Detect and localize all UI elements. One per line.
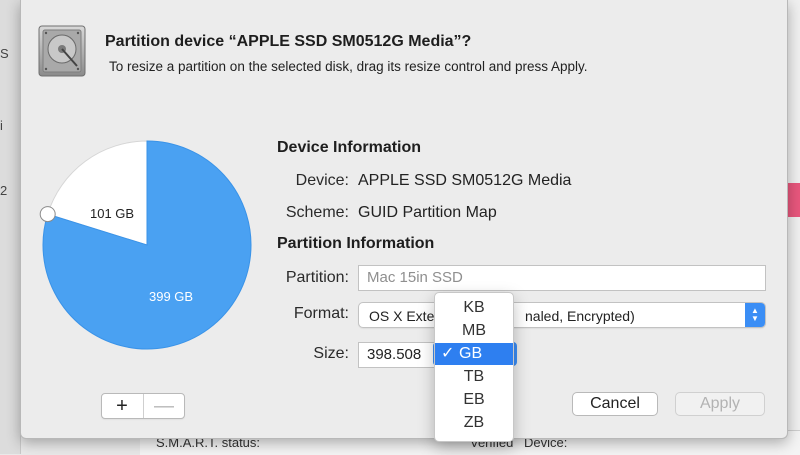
scheme-value: GUID Partition Map — [358, 204, 497, 221]
device-label: Device: — [295, 172, 349, 189]
format-value-visible-right: naled, Encrypted) — [525, 308, 635, 324]
background-window-sidebar — [0, 0, 21, 454]
background-usage-bar — [786, 183, 800, 217]
hard-disk-icon — [38, 25, 86, 77]
scheme-label: Scheme: — [285, 204, 349, 221]
background-fragment: 2 — [0, 183, 8, 198]
menu-item-zb[interactable]: ZB — [435, 412, 513, 434]
partition-add-remove-control: + — — [101, 393, 185, 419]
pie-slice-label-main: 399 GB — [149, 289, 194, 304]
partition-name-input[interactable]: Mac 15in SSD — [358, 265, 766, 291]
partition-resize-handle[interactable] — [39, 206, 56, 223]
cancel-button[interactable]: Cancel — [572, 392, 658, 416]
menu-item-tb[interactable]: TB — [435, 366, 513, 388]
pie-slice-label-free: 101 GB — [90, 206, 135, 221]
partition-information-heading: Partition Information — [277, 235, 435, 252]
device-information-heading: Device Information — [277, 139, 422, 156]
popup-arrows-icon: ▲ ▼ — [745, 303, 765, 327]
dialog-subtitle: To resize a partition on the selected di… — [109, 59, 588, 74]
format-popup-button[interactable]: OS X Exte naled, Encrypted) ▲ ▼ — [358, 302, 766, 328]
format-value-visible-left: OS X Exte — [369, 308, 435, 324]
add-partition-button[interactable]: + — [102, 394, 142, 418]
apply-button[interactable]: Apply — [675, 392, 765, 416]
size-label: Size: — [313, 345, 349, 362]
checkmark-icon: ✓ — [441, 345, 455, 362]
size-input[interactable]: 398.508 — [358, 342, 438, 368]
partition-name-label: Partition: — [285, 269, 349, 286]
background-fragment: i — [0, 118, 3, 133]
device-value: APPLE SSD SM0512G Media — [358, 172, 572, 189]
background-fragment: S — [0, 46, 9, 61]
background-window-edge — [786, 0, 800, 454]
remove-partition-button[interactable]: — — [143, 394, 184, 418]
partition-pie-chart — [39, 140, 252, 350]
menu-item-eb[interactable]: EB — [435, 389, 513, 411]
menu-item-gb-label: GB — [459, 345, 483, 362]
menu-item-gb[interactable]: ✓ GB — [435, 343, 513, 365]
menu-item-mb[interactable]: MB — [435, 320, 513, 342]
dialog-title: Partition device “APPLE SSD SM0512G Medi… — [105, 33, 472, 50]
partition-dialog: Partition device “APPLE SSD SM0512G Medi… — [20, 0, 788, 442]
size-unit-menu: KB MB ✓ GB TB EB ZB — [434, 292, 514, 442]
menu-item-kb[interactable]: KB — [435, 297, 513, 319]
format-label: Format: — [293, 305, 349, 322]
